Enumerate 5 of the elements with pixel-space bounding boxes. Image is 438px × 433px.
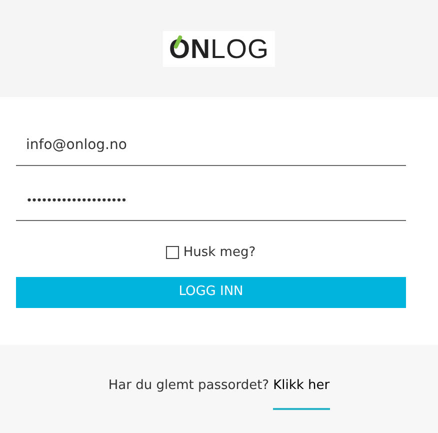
reset-link[interactable]: Klikk her (273, 376, 330, 410)
remember-checkbox[interactable] (166, 246, 180, 260)
remember-label: Husk meg? (183, 244, 256, 262)
logo: ONLOG (162, 30, 276, 66)
forgot-password-text: Har du glemt passordet? (108, 377, 270, 395)
